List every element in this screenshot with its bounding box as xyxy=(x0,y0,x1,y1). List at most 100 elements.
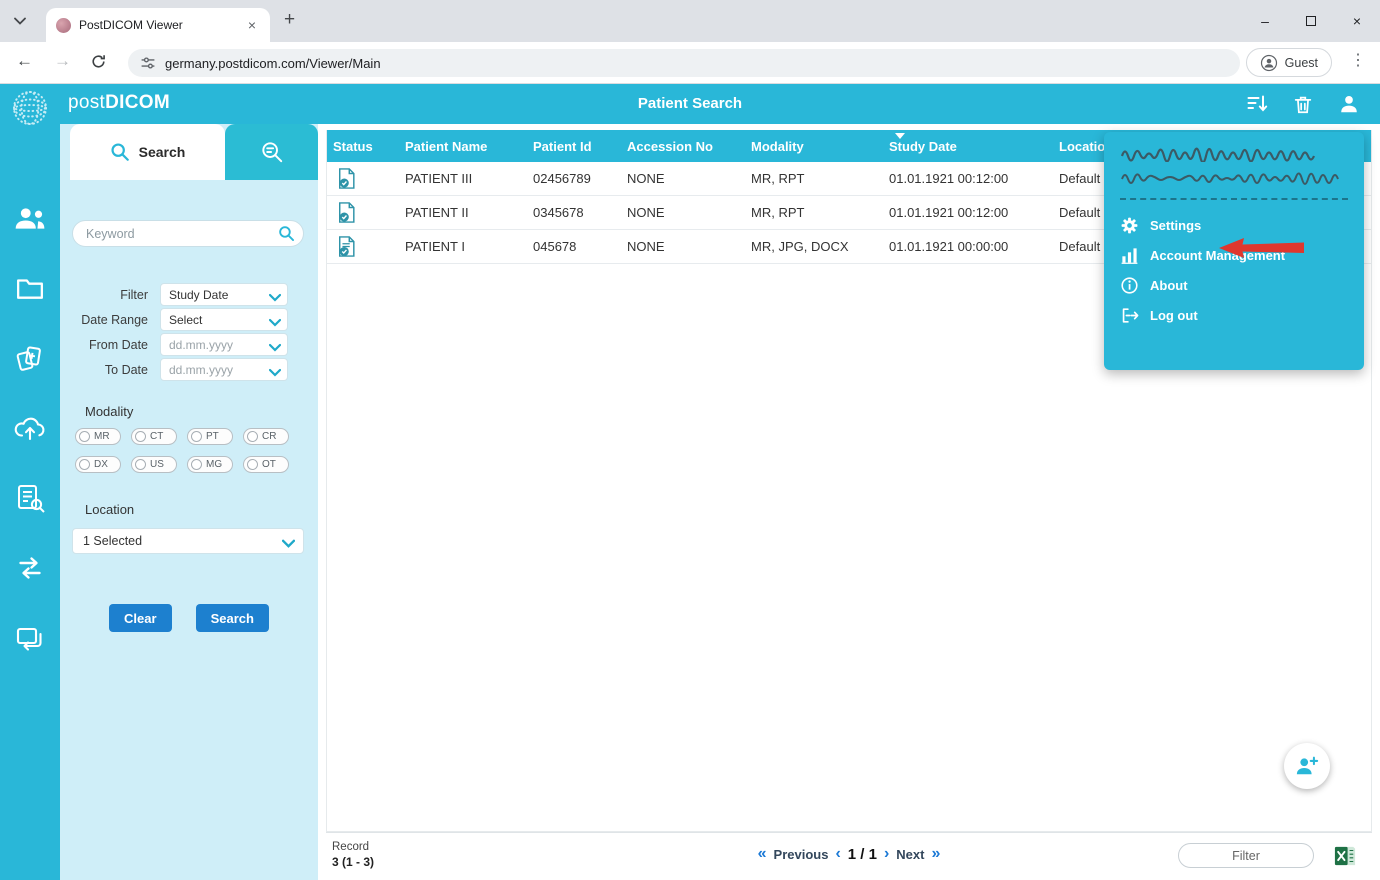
location-select[interactable]: 1 Selected xyxy=(72,528,304,554)
nav-share[interactable] xyxy=(10,552,50,584)
modality-option-label: PT xyxy=(206,431,219,442)
postdicom-sphere-logo xyxy=(8,86,52,135)
filter-controls: Filter Study Date Date Range Select From… xyxy=(60,282,318,382)
sort-order-button[interactable] xyxy=(1244,91,1270,117)
window-minimize-button[interactable]: – xyxy=(1242,13,1288,29)
next-page-button[interactable]: Next xyxy=(896,847,924,862)
status-cell xyxy=(327,201,399,224)
patients-icon xyxy=(13,205,47,231)
forward-button[interactable]: → xyxy=(54,51,71,71)
nav-transfer[interactable] xyxy=(10,622,50,654)
keyword-field-wrap xyxy=(72,220,304,247)
window-controls: – × xyxy=(1242,0,1380,42)
sort-indicator-icon xyxy=(895,133,905,139)
cloud-upload-icon xyxy=(13,415,47,441)
record-label: Record xyxy=(332,841,369,853)
date-range-select[interactable]: Select xyxy=(160,308,288,331)
filter-select[interactable]: Study Date xyxy=(160,283,288,306)
modality-option-ot[interactable]: OT xyxy=(243,456,289,473)
record-range: 3 (1 - 3) xyxy=(332,855,374,869)
tab-basic-search[interactable]: Search xyxy=(70,124,225,180)
chevron-down-icon xyxy=(269,366,281,380)
window-close-button[interactable]: × xyxy=(1334,13,1380,29)
export-excel-button[interactable] xyxy=(1334,845,1356,867)
delete-button[interactable] xyxy=(1290,91,1316,117)
nav-worklist-search[interactable] xyxy=(10,482,50,514)
modality-option-dx[interactable]: DX xyxy=(75,456,121,473)
keyword-search-icon[interactable] xyxy=(278,225,295,247)
previous-chevron-icon[interactable]: ‹ xyxy=(835,845,840,863)
patient-id-cell: 02456789 xyxy=(527,171,621,186)
filter-label: Filter xyxy=(60,288,160,302)
from-date-input[interactable]: dd.mm.yyyy xyxy=(160,333,288,356)
keyword-input[interactable] xyxy=(72,220,304,247)
column-header-patient-name[interactable]: Patient Name xyxy=(399,130,527,162)
date-range-label: Date Range xyxy=(60,313,160,327)
new-tab-button[interactable]: + xyxy=(284,9,295,31)
site-favicon-icon xyxy=(56,18,71,33)
column-header-study-date[interactable]: Study Date xyxy=(883,130,1053,162)
menu-item-about-label: About xyxy=(1150,278,1188,293)
menu-item-logout[interactable]: Log out xyxy=(1120,300,1348,330)
user-person-icon xyxy=(1338,93,1360,115)
user-account-button[interactable] xyxy=(1336,91,1362,117)
nav-cloud-upload[interactable] xyxy=(10,412,50,444)
document-check-status-icon xyxy=(337,167,357,190)
search-button[interactable]: Search xyxy=(196,604,269,632)
first-page-button[interactable]: « xyxy=(758,845,767,863)
to-date-input[interactable]: dd.mm.yyyy xyxy=(160,358,288,381)
modality-option-mg[interactable]: MG xyxy=(187,456,233,473)
location-label: Location xyxy=(85,502,134,517)
from-date-value: dd.mm.yyyy xyxy=(169,338,233,352)
browser-profile-button[interactable]: Guest xyxy=(1246,48,1332,77)
accession-no-cell: NONE xyxy=(621,171,745,186)
modality-option-us[interactable]: US xyxy=(131,456,177,473)
last-page-button[interactable]: » xyxy=(931,845,940,863)
modality-option-mr[interactable]: MR xyxy=(75,428,121,445)
info-icon xyxy=(1120,276,1139,295)
results-footer: Record 3 (1 - 3) « Previous ‹ 1 / 1 › Ne… xyxy=(326,832,1372,880)
advanced-search-icon xyxy=(260,140,284,164)
column-header-accession-no[interactable]: Accession No xyxy=(621,130,745,162)
modality-option-pt[interactable]: PT xyxy=(187,428,233,445)
modality-cell: MR, RPT xyxy=(745,205,883,220)
tab-advanced-search[interactable] xyxy=(225,124,318,180)
url-text: germany.postdicom.com/Viewer/Main xyxy=(165,56,381,71)
tab-close-icon[interactable]: × xyxy=(244,16,260,34)
panel-buttons: Clear Search xyxy=(60,604,318,632)
column-header-patient-id[interactable]: Patient Id xyxy=(527,130,621,162)
search-tabs: Search xyxy=(70,124,318,180)
address-bar[interactable]: germany.postdicom.com/Viewer/Main xyxy=(128,49,1240,77)
previous-page-button[interactable]: Previous xyxy=(774,847,829,862)
nav-study-cards[interactable] xyxy=(10,342,50,374)
back-button[interactable]: ← xyxy=(16,51,33,71)
modality-option-cr[interactable]: CR xyxy=(243,428,289,445)
nav-folders[interactable] xyxy=(10,272,50,304)
radio-icon xyxy=(191,431,202,442)
chevron-down-icon xyxy=(269,316,281,330)
rail-navigation xyxy=(0,202,60,654)
record-count: Record 3 (1 - 3) xyxy=(332,840,374,871)
browser-tab[interactable]: PostDICOM Viewer × xyxy=(46,8,270,42)
browser-menu-button[interactable]: ⋮ xyxy=(1350,50,1366,70)
to-date-value: dd.mm.yyyy xyxy=(169,363,233,377)
patient-id-cell: 045678 xyxy=(527,239,621,254)
menu-item-logout-label: Log out xyxy=(1150,308,1198,323)
tab-search-button[interactable] xyxy=(8,9,32,33)
to-date-label: To Date xyxy=(60,363,160,377)
menu-item-settings-label: Settings xyxy=(1150,218,1201,233)
add-patient-fab[interactable] xyxy=(1284,743,1330,789)
reload-button[interactable] xyxy=(90,53,107,75)
filter-select-value: Study Date xyxy=(169,288,228,302)
column-header-modality[interactable]: Modality xyxy=(745,130,883,162)
results-filter-input[interactable]: Filter xyxy=(1178,843,1314,868)
nav-patient-search[interactable] xyxy=(10,202,50,234)
menu-item-about[interactable]: About xyxy=(1120,270,1348,300)
study-date-cell: 01.01.1921 00:12:00 xyxy=(883,205,1053,220)
column-header-status[interactable]: Status xyxy=(327,130,399,162)
modality-option-ct[interactable]: CT xyxy=(131,428,177,445)
window-maximize-button[interactable] xyxy=(1288,13,1334,29)
next-chevron-icon[interactable]: › xyxy=(884,845,889,863)
accession-no-cell: NONE xyxy=(621,239,745,254)
clear-button[interactable]: Clear xyxy=(109,604,172,632)
